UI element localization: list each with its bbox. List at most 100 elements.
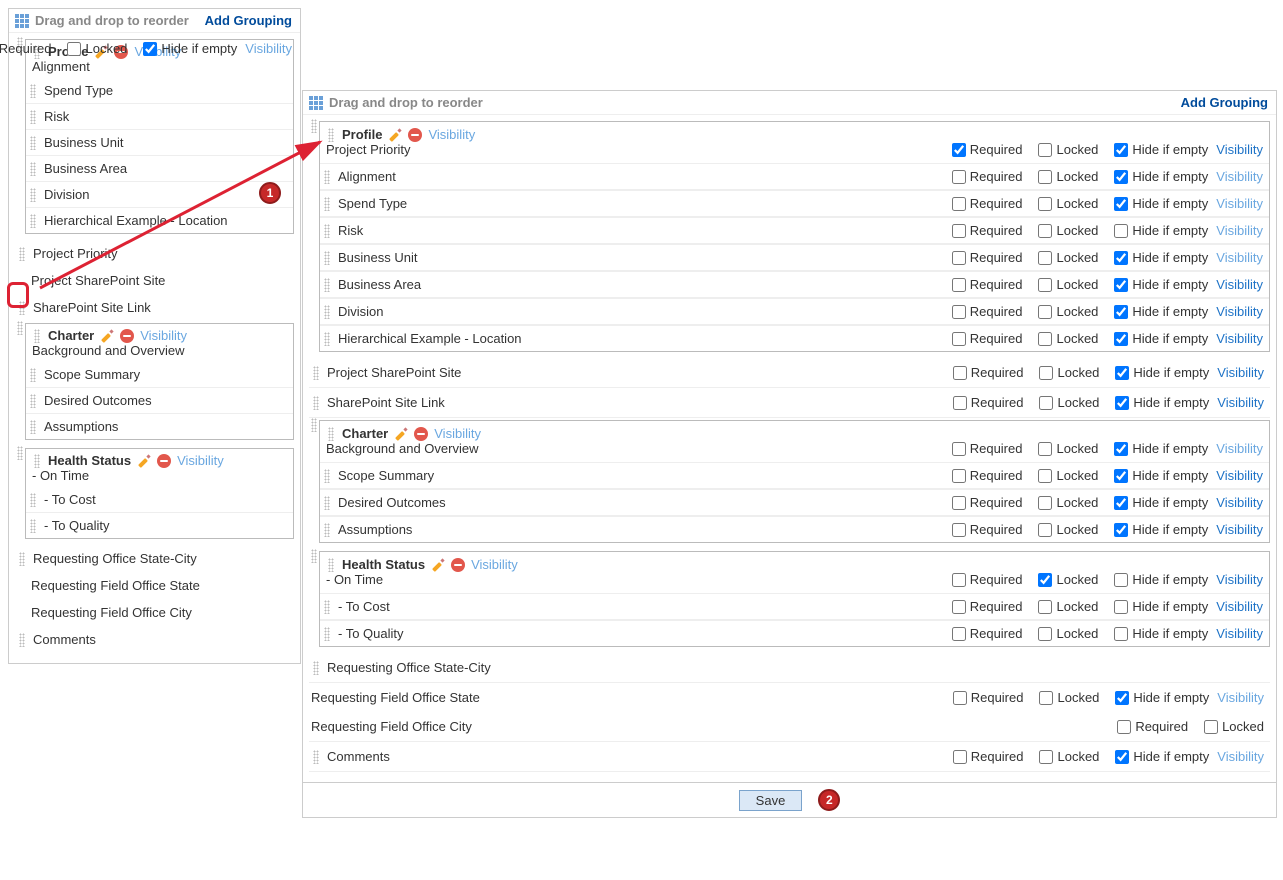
drag-handle[interactable] bbox=[28, 493, 38, 507]
drag-handle[interactable] bbox=[326, 128, 336, 142]
drag-handle[interactable] bbox=[322, 197, 332, 211]
field-requesting-state[interactable]: Requesting Field Office State Required L… bbox=[309, 683, 1270, 712]
field-row[interactable]: Hierarchical Example - Location Required… bbox=[320, 325, 1269, 351]
hide-if-empty-checkbox[interactable]: Hide if empty bbox=[1115, 395, 1209, 410]
drag-handle[interactable] bbox=[28, 188, 38, 202]
visibility-link[interactable]: Visibility bbox=[1216, 495, 1263, 510]
visibility-link[interactable]: Visibility bbox=[1216, 441, 1263, 456]
field-requesting-city[interactable]: Requesting Field Office City bbox=[15, 599, 294, 626]
required-checkbox[interactable]: Required bbox=[953, 365, 1024, 380]
hide-if-empty-checkbox[interactable]: Hide if empty bbox=[1114, 441, 1208, 456]
field-comments[interactable]: Comments Required Locked Hide if empty V… bbox=[309, 742, 1270, 772]
drag-handle[interactable] bbox=[322, 170, 332, 184]
required-checkbox[interactable]: Required bbox=[0, 41, 51, 56]
save-button[interactable]: Save bbox=[739, 790, 803, 811]
drag-handle[interactable] bbox=[309, 418, 319, 432]
field-row[interactable]: Alignment Required Locked Hide if empty … bbox=[320, 163, 1269, 190]
required-checkbox[interactable]: Required bbox=[952, 572, 1023, 587]
field-row[interactable]: Business Unit bbox=[26, 129, 293, 155]
drag-handle[interactable] bbox=[322, 251, 332, 265]
add-grouping-link[interactable]: Add Grouping bbox=[205, 13, 292, 28]
locked-checkbox[interactable]: Locked bbox=[1038, 169, 1098, 184]
drag-handle[interactable] bbox=[322, 278, 332, 292]
locked-checkbox[interactable]: Locked bbox=[1038, 250, 1098, 265]
hide-if-empty-checkbox[interactable]: Hide if empty bbox=[1114, 142, 1208, 157]
drag-handle[interactable] bbox=[322, 224, 332, 238]
drag-handle[interactable] bbox=[309, 119, 319, 133]
visibility-link[interactable]: Visibility bbox=[245, 41, 292, 56]
locked-checkbox[interactable]: Locked bbox=[1038, 572, 1098, 587]
drag-handle[interactable] bbox=[15, 321, 25, 335]
drag-handle[interactable] bbox=[311, 396, 321, 410]
field-requesting-office[interactable]: Requesting Office State-City bbox=[15, 545, 294, 572]
locked-checkbox[interactable]: Locked bbox=[1038, 599, 1098, 614]
hide-if-empty-checkbox[interactable]: Hide if empty bbox=[1115, 749, 1209, 764]
locked-checkbox[interactable]: Locked bbox=[1039, 690, 1099, 705]
field-requesting-city[interactable]: Requesting Field Office City Required Lo… bbox=[309, 712, 1270, 742]
delete-icon[interactable] bbox=[408, 128, 422, 142]
visibility-link[interactable]: Visibility bbox=[1216, 626, 1263, 641]
pencil-icon[interactable] bbox=[388, 128, 402, 142]
drag-handle[interactable] bbox=[28, 136, 38, 150]
field-row[interactable]: - To Cost Required Locked Hide if empty … bbox=[320, 593, 1269, 620]
drag-handle[interactable] bbox=[28, 214, 38, 228]
visibility-link[interactable]: Visibility bbox=[1216, 196, 1263, 211]
visibility-link[interactable]: Visibility bbox=[1217, 749, 1264, 764]
drag-handle[interactable] bbox=[28, 162, 38, 176]
required-checkbox[interactable]: Required bbox=[952, 468, 1023, 483]
add-grouping-link[interactable]: Add Grouping bbox=[1181, 95, 1268, 110]
field-row[interactable]: - On Time Required Locked Hide if empty … bbox=[320, 572, 1269, 593]
hide-if-empty-checkbox[interactable]: Hide if empty bbox=[1114, 277, 1208, 292]
delete-icon[interactable] bbox=[451, 558, 465, 572]
visibility-link[interactable]: Visibility bbox=[1216, 250, 1263, 265]
hide-if-empty-checkbox[interactable]: Hide if empty bbox=[1114, 522, 1208, 537]
required-checkbox[interactable]: Required bbox=[952, 626, 1023, 641]
hide-if-empty-checkbox[interactable]: Hide if empty bbox=[1114, 250, 1208, 265]
pencil-icon[interactable] bbox=[137, 454, 151, 468]
field-row[interactable]: - To Quality bbox=[26, 512, 293, 538]
visibility-link[interactable]: Visibility bbox=[471, 557, 518, 572]
required-checkbox[interactable]: Required bbox=[952, 441, 1023, 456]
field-row[interactable]: Business Unit Required Locked Hide if em… bbox=[320, 244, 1269, 271]
field-row[interactable]: Scope Summary Required Locked Hide if em… bbox=[320, 462, 1269, 489]
hide-if-empty-checkbox[interactable]: Hide if empty bbox=[1114, 223, 1208, 238]
hide-if-empty-checkbox[interactable]: Hide if empty bbox=[1114, 304, 1208, 319]
visibility-link[interactable]: Visibility bbox=[1216, 277, 1263, 292]
drag-handle[interactable] bbox=[32, 454, 42, 468]
pencil-icon[interactable] bbox=[100, 329, 114, 343]
drag-handle[interactable] bbox=[17, 633, 27, 647]
required-checkbox[interactable]: Required bbox=[952, 522, 1023, 537]
drag-handle[interactable] bbox=[28, 394, 38, 408]
drag-handle[interactable] bbox=[322, 305, 332, 319]
locked-checkbox[interactable]: Locked bbox=[1039, 365, 1099, 380]
field-row[interactable]: Business Area Required Locked Hide if em… bbox=[320, 271, 1269, 298]
visibility-link[interactable]: Visibility bbox=[1216, 599, 1263, 614]
visibility-link[interactable]: Visibility bbox=[1217, 365, 1264, 380]
hide-if-empty-checkbox[interactable]: Hide if empty bbox=[1114, 495, 1208, 510]
locked-checkbox[interactable]: Locked bbox=[1038, 331, 1098, 346]
visibility-link[interactable]: Visibility bbox=[1217, 690, 1264, 705]
field-row[interactable]: - To Cost bbox=[26, 487, 293, 512]
required-checkbox[interactable]: Required bbox=[952, 277, 1023, 292]
hide-if-empty-checkbox[interactable]: Hide if empty bbox=[1114, 169, 1208, 184]
field-row[interactable]: Hierarchical Example - Location bbox=[26, 207, 293, 233]
required-checkbox[interactable]: Required bbox=[1117, 719, 1188, 734]
drag-handle[interactable] bbox=[322, 469, 332, 483]
field-row[interactable]: Scope Summary bbox=[26, 362, 293, 387]
field-row[interactable]: Assumptions Required Locked Hide if empt… bbox=[320, 516, 1269, 542]
drag-handle[interactable] bbox=[326, 558, 336, 572]
visibility-link[interactable]: Visibility bbox=[1216, 304, 1263, 319]
field-project-priority[interactable]: Project Priority bbox=[15, 240, 294, 267]
field-row[interactable]: Project Priority Required Locked Hide if… bbox=[320, 142, 1269, 163]
required-checkbox[interactable]: Required bbox=[952, 142, 1023, 157]
locked-checkbox[interactable]: Locked bbox=[1038, 468, 1098, 483]
field-row[interactable]: Risk Required Locked Hide if empty Visib… bbox=[320, 217, 1269, 244]
hide-if-empty-checkbox[interactable]: Hide if empty bbox=[1114, 626, 1208, 641]
visibility-link[interactable]: Visibility bbox=[1217, 395, 1264, 410]
drag-handle[interactable] bbox=[311, 661, 321, 675]
required-checkbox[interactable]: Required bbox=[952, 495, 1023, 510]
locked-checkbox[interactable]: Locked bbox=[1039, 749, 1099, 764]
field-sharepoint-link[interactable]: SharePoint Site Link bbox=[15, 294, 294, 321]
hide-if-empty-checkbox[interactable]: Hide if empty bbox=[143, 41, 237, 56]
pencil-icon[interactable] bbox=[431, 558, 445, 572]
